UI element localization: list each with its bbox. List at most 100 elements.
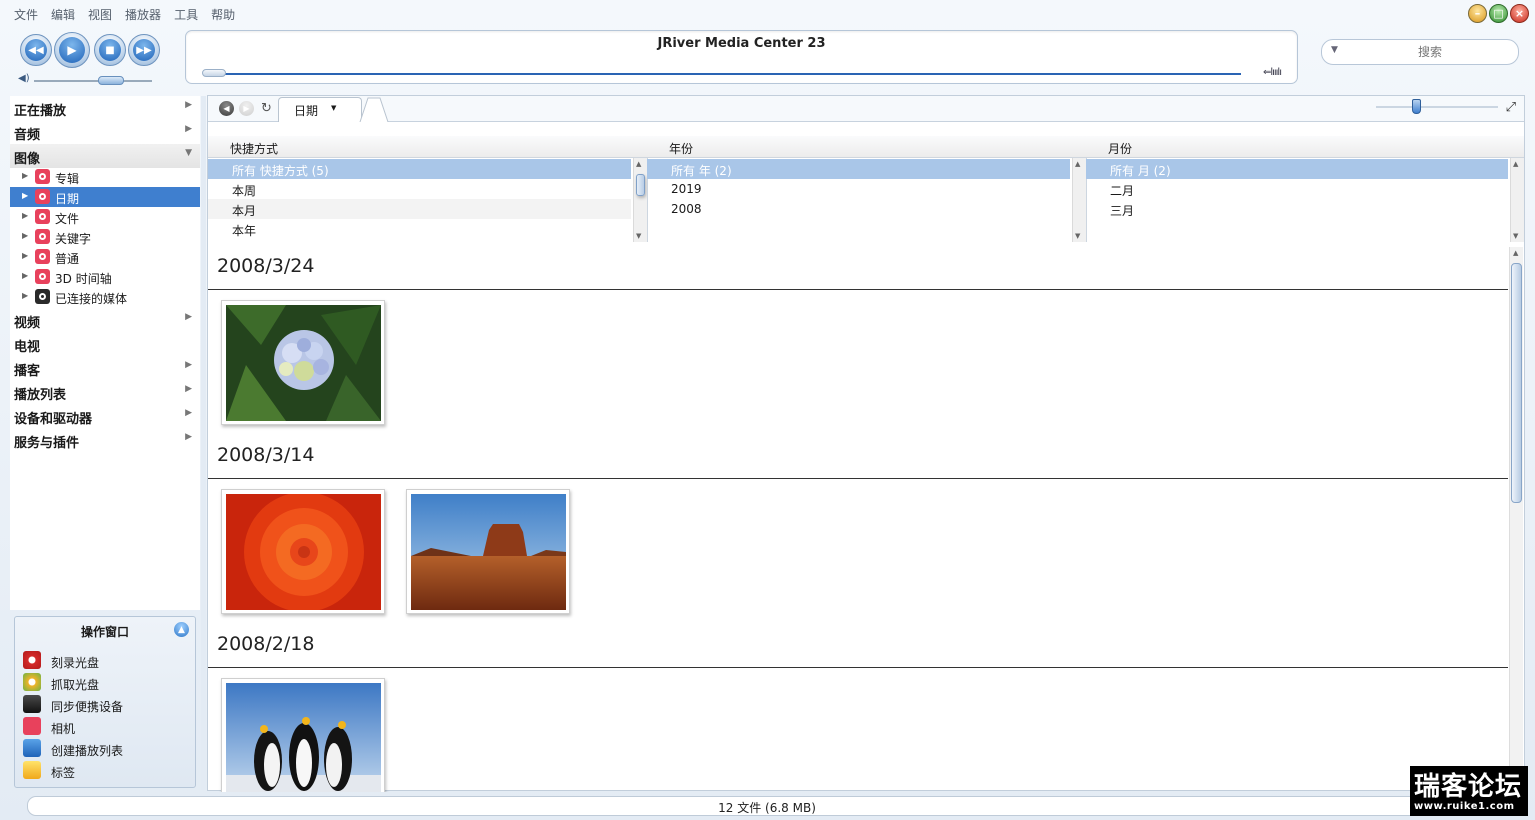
action-sync-device[interactable]: 同步便携设备 bbox=[23, 695, 189, 715]
list-item[interactable]: 本月 bbox=[208, 199, 631, 219]
date-heading: 2008/2/18 bbox=[217, 633, 315, 655]
tab-date[interactable]: 日期 ▼ bbox=[278, 97, 362, 122]
seek-knob[interactable] bbox=[202, 69, 226, 77]
transport-controls: ◀◀ ▶ ■ ▶▶ ◀) bbox=[14, 30, 174, 90]
next-track-button[interactable]: ▶▶ bbox=[128, 34, 160, 66]
photo-thumbnail[interactable] bbox=[221, 678, 385, 792]
gallery-scrollbar[interactable]: ▲ bbox=[1509, 247, 1523, 791]
sidebar-subitem-albums[interactable]: ▶ 专辑 bbox=[10, 167, 200, 187]
sidebar-subitem-date[interactable]: ▶ 日期 bbox=[10, 187, 200, 207]
list-item[interactable]: 所有 月 (2) bbox=[1086, 159, 1508, 179]
seek-bar[interactable] bbox=[204, 73, 1241, 75]
action-camera[interactable]: 相机 bbox=[23, 717, 189, 737]
sidebar-splitter[interactable] bbox=[201, 96, 206, 790]
expand-icon[interactable]: ▶ bbox=[22, 211, 28, 220]
sync-device-icon bbox=[23, 695, 41, 713]
action-create-playlist[interactable]: 创建播放列表 bbox=[23, 739, 189, 759]
list-item[interactable]: 本周 bbox=[208, 179, 631, 199]
forward-button[interactable]: ▶ bbox=[239, 101, 254, 116]
connected-media-icon bbox=[35, 289, 50, 304]
menu-player[interactable]: 播放器 bbox=[125, 6, 161, 23]
sidebar-item-images[interactable]: 图像 ▼ bbox=[10, 144, 200, 168]
expand-icon[interactable]: ▶ bbox=[22, 291, 28, 300]
sidebar-item-services[interactable]: 服务与插件 ▶ bbox=[10, 428, 200, 452]
volume-track bbox=[34, 80, 152, 82]
expand-icon[interactable]: ▶ bbox=[22, 171, 28, 180]
pane-header[interactable]: 快捷方式 bbox=[208, 136, 647, 158]
photo-thumbnail[interactable] bbox=[221, 300, 385, 425]
tab-new[interactable] bbox=[358, 97, 390, 122]
expand-icon[interactable]: ▶ bbox=[22, 251, 28, 260]
sidebar-item-devices[interactable]: 设备和驱动器 ▶ bbox=[10, 404, 200, 428]
expand-icon[interactable]: ▶ bbox=[22, 231, 28, 240]
action-rip-disc[interactable]: 抓取光盘 bbox=[23, 673, 189, 693]
sidebar-subitem-connected-media[interactable]: ▶ 已连接的媒体 bbox=[10, 287, 200, 307]
collapse-icon[interactable]: ▲ bbox=[174, 622, 189, 637]
dsp-equalizer-icon[interactable]: ⇐lııılı bbox=[1263, 67, 1282, 78]
back-button[interactable]: ◀ bbox=[219, 101, 234, 116]
pane-years: 年份 所有 年 (2) 2019 2008 ▲ ▼ bbox=[647, 136, 1087, 242]
camera-icon bbox=[35, 209, 50, 224]
fullscreen-icon[interactable]: ⤢ bbox=[1506, 100, 1516, 115]
stop-button[interactable]: ■ bbox=[94, 34, 126, 66]
camera-icon bbox=[35, 229, 50, 244]
menu-help[interactable]: 帮助 bbox=[211, 6, 235, 23]
list-item[interactable]: 二月 bbox=[1086, 179, 1508, 199]
photo-thumbnail[interactable] bbox=[406, 489, 570, 614]
expand-icon[interactable]: ▶ bbox=[22, 271, 28, 280]
volume-knob[interactable] bbox=[97, 76, 124, 85]
play-button[interactable]: ▶ bbox=[54, 32, 90, 68]
zoom-knob[interactable] bbox=[1412, 99, 1422, 114]
action-window: 操作窗口 ▲ 刻录光盘 抓取光盘 同步便携设备 相机 创建播放列表 标签 bbox=[14, 616, 196, 788]
photo-thumbnail[interactable] bbox=[221, 489, 385, 614]
pane-scrollbar[interactable]: ▲ ▼ bbox=[633, 158, 647, 242]
gallery-scroll-thumb[interactable] bbox=[1511, 263, 1522, 503]
chevron-right-icon: ▶ bbox=[185, 384, 192, 394]
sidebar-item-podcasts[interactable]: 播客 ▶ bbox=[10, 356, 200, 380]
menu-edit[interactable]: 编辑 bbox=[51, 6, 75, 23]
minimize-button[interactable]: – bbox=[1468, 4, 1487, 23]
list-item[interactable]: 本年 bbox=[208, 219, 631, 239]
search-box: ▼ bbox=[1321, 39, 1519, 65]
search-dropdown-icon[interactable]: ▼ bbox=[1331, 45, 1338, 55]
list-item[interactable]: 所有 快捷方式 (5) bbox=[208, 159, 631, 179]
chevron-down-icon: ▼ bbox=[185, 148, 192, 158]
sidebar-subitem-3d-timeline[interactable]: ▶ 3D 时间轴 bbox=[10, 267, 200, 287]
menu-view[interactable]: 视图 bbox=[88, 6, 112, 23]
sidebar-item-now-playing[interactable]: 正在播放 ▶ bbox=[10, 96, 200, 120]
photo-hydrangea bbox=[226, 305, 381, 421]
pane-header[interactable]: 年份 bbox=[647, 136, 1086, 158]
previous-track-button[interactable]: ◀◀ bbox=[20, 34, 52, 66]
photo-penguins bbox=[226, 683, 381, 792]
close-button[interactable]: × bbox=[1510, 4, 1529, 23]
sidebar-item-playlists[interactable]: 播放列表 ▶ bbox=[10, 380, 200, 404]
refresh-icon[interactable]: ↻ bbox=[259, 101, 274, 116]
sidebar-subitem-general[interactable]: ▶ 普通 bbox=[10, 247, 200, 267]
list-item[interactable]: 所有 年 (2) bbox=[647, 159, 1070, 179]
pane-scrollbar[interactable]: ▲ ▼ bbox=[1072, 158, 1086, 242]
sidebar-item-video[interactable]: 视频 ▶ bbox=[10, 308, 200, 332]
pane-header[interactable]: 月份 bbox=[1086, 136, 1524, 158]
action-tag[interactable]: 标签 bbox=[23, 761, 189, 781]
search-input[interactable] bbox=[1350, 43, 1510, 61]
pane-scrollbar[interactable]: ▲ ▼ bbox=[1510, 158, 1524, 242]
zoom-slider[interactable] bbox=[1376, 99, 1498, 114]
sidebar-subitem-keywords[interactable]: ▶ 关键字 bbox=[10, 227, 200, 247]
sidebar-item-audio[interactable]: 音频 ▶ bbox=[10, 120, 200, 144]
status-text: 12 文件 (6.8 MB) bbox=[718, 801, 816, 815]
menu-tools[interactable]: 工具 bbox=[174, 6, 198, 23]
speaker-icon: ◀) bbox=[18, 73, 30, 84]
sidebar-item-tv[interactable]: 电视 bbox=[10, 332, 200, 356]
camera-icon bbox=[35, 189, 50, 204]
volume-slider[interactable]: ◀) bbox=[18, 73, 154, 86]
menu-file[interactable]: 文件 bbox=[14, 6, 38, 23]
sidebar-subitem-files[interactable]: ▶ 文件 bbox=[10, 207, 200, 227]
action-burn-disc[interactable]: 刻录光盘 bbox=[23, 651, 189, 671]
maximize-button[interactable]: □ bbox=[1489, 4, 1508, 23]
tab-dropdown-icon[interactable]: ▼ bbox=[331, 104, 336, 112]
list-item[interactable]: 2019 bbox=[647, 179, 1070, 199]
list-item[interactable]: 三月 bbox=[1086, 199, 1508, 219]
expand-icon[interactable]: ▶ bbox=[22, 191, 28, 200]
next-icon: ▶▶ bbox=[133, 39, 155, 61]
list-item[interactable]: 2008 bbox=[647, 199, 1070, 219]
